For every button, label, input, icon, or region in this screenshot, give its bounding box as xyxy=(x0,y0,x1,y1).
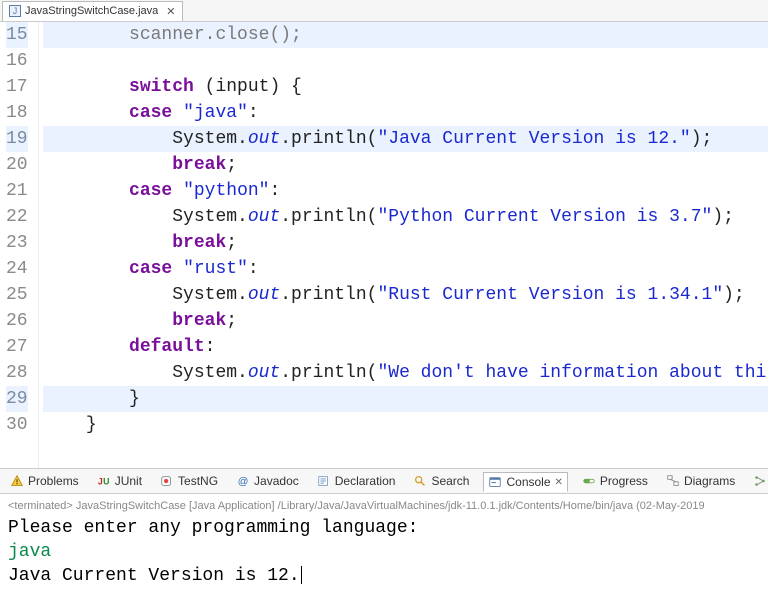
line-number: 26 xyxy=(6,308,28,334)
line-number: 28 xyxy=(6,360,28,386)
console-status: <terminated> JavaStringSwitchCase [Java … xyxy=(0,494,768,512)
line-number: 24 xyxy=(6,256,28,282)
console-line: Please enter any programming language: xyxy=(8,516,760,540)
view-tab-label: TestNG xyxy=(178,474,218,488)
svg-text:J: J xyxy=(98,477,103,487)
at-icon: @ xyxy=(236,474,250,488)
line-number: 15 xyxy=(6,22,28,48)
line-number: 29 xyxy=(6,386,28,412)
junit-icon: JU xyxy=(97,474,111,488)
line-number: 16 xyxy=(6,48,28,74)
view-tab-junit[interactable]: JU JUnit xyxy=(93,472,146,490)
view-tab-declaration[interactable]: Declaration xyxy=(313,472,400,490)
warning-icon xyxy=(10,474,24,488)
view-tab-label: Progress xyxy=(600,474,648,488)
decl-icon xyxy=(317,474,331,488)
line-number: 22 xyxy=(6,204,28,230)
view-tab-javadoc[interactable]: @ Javadoc xyxy=(232,472,303,490)
close-icon[interactable]: ✕ xyxy=(166,5,175,18)
search-icon xyxy=(413,474,427,488)
progress-icon xyxy=(582,474,596,488)
line-number: 19 xyxy=(6,126,28,152)
view-tab-callhier[interactable]: Call Hierar xyxy=(749,465,768,497)
console-output[interactable]: Please enter any programming language:ja… xyxy=(0,512,768,598)
svg-text:U: U xyxy=(103,477,109,487)
view-tab-console[interactable]: Console ✕ xyxy=(483,472,567,492)
code-area[interactable]: scanner.close(); switch (input) { case "… xyxy=(39,22,768,468)
view-tab-label: Diagrams xyxy=(684,474,735,488)
text-caret xyxy=(301,566,302,584)
line-number: 17 xyxy=(6,74,28,100)
testng-icon xyxy=(160,474,174,488)
code-line[interactable]: System.out.println("Python Current Versi… xyxy=(43,204,768,230)
code-line[interactable]: System.out.println("We don't have inform… xyxy=(43,360,768,386)
view-tab-label: Search xyxy=(431,474,469,488)
line-number: 30 xyxy=(6,412,28,438)
code-line[interactable]: break; xyxy=(43,230,768,256)
views-tab-bar: Problems JU JUnit TestNG @ Javadoc Declaration… xyxy=(0,468,768,494)
console-line: java xyxy=(8,540,760,564)
code-line[interactable]: System.out.println("Java Current Version… xyxy=(43,126,768,152)
view-tab-progress[interactable]: Progress xyxy=(578,472,652,490)
svg-text:@: @ xyxy=(238,476,249,488)
line-number: 25 xyxy=(6,282,28,308)
code-editor[interactable]: 15161718192021222324252627282930 scanner… xyxy=(0,22,768,468)
line-number: 20 xyxy=(6,152,28,178)
view-tab-label: Console xyxy=(506,475,550,489)
code-line[interactable]: default: xyxy=(43,334,768,360)
code-line[interactable]: break; xyxy=(43,152,768,178)
view-tab-testng[interactable]: TestNG xyxy=(156,472,222,490)
line-number-gutter: 15161718192021222324252627282930 xyxy=(0,22,39,468)
console-line: Java Current Version is 12. xyxy=(8,564,760,588)
code-line[interactable]: break; xyxy=(43,308,768,334)
console-icon xyxy=(488,475,502,489)
code-line[interactable]: case "python": xyxy=(43,178,768,204)
code-line[interactable]: switch (input) { xyxy=(43,74,768,100)
editor-tab-bar: J JavaStringSwitchCase.java ✕ xyxy=(0,0,768,22)
callhier-icon xyxy=(753,474,767,488)
view-tab-problems[interactable]: Problems xyxy=(6,472,83,490)
line-number: 23 xyxy=(6,230,28,256)
view-tab-label: JUnit xyxy=(115,474,142,488)
editor-tab-label: JavaStringSwitchCase.java xyxy=(25,5,158,17)
view-tab-diagrams[interactable]: Diagrams xyxy=(662,472,739,490)
java-file-icon: J xyxy=(9,5,21,17)
line-number: 18 xyxy=(6,100,28,126)
close-icon[interactable]: ✕ xyxy=(555,477,563,488)
code-line[interactable]: scanner.close(); xyxy=(43,22,768,48)
line-number: 27 xyxy=(6,334,28,360)
editor-tab-active[interactable]: J JavaStringSwitchCase.java ✕ xyxy=(2,1,183,21)
code-line[interactable] xyxy=(43,48,768,74)
view-tab-label: Declaration xyxy=(335,474,396,488)
view-tab-search[interactable]: Search xyxy=(409,472,473,490)
line-number: 21 xyxy=(6,178,28,204)
code-line[interactable]: System.out.println("Rust Current Version… xyxy=(43,282,768,308)
view-tab-label: Javadoc xyxy=(254,474,299,488)
diagrams-icon xyxy=(666,474,680,488)
code-line[interactable]: } xyxy=(43,412,768,438)
view-tab-label: Problems xyxy=(28,474,79,488)
code-line[interactable]: case "rust": xyxy=(43,256,768,282)
code-line[interactable]: } xyxy=(43,386,768,412)
code-line[interactable]: case "java": xyxy=(43,100,768,126)
